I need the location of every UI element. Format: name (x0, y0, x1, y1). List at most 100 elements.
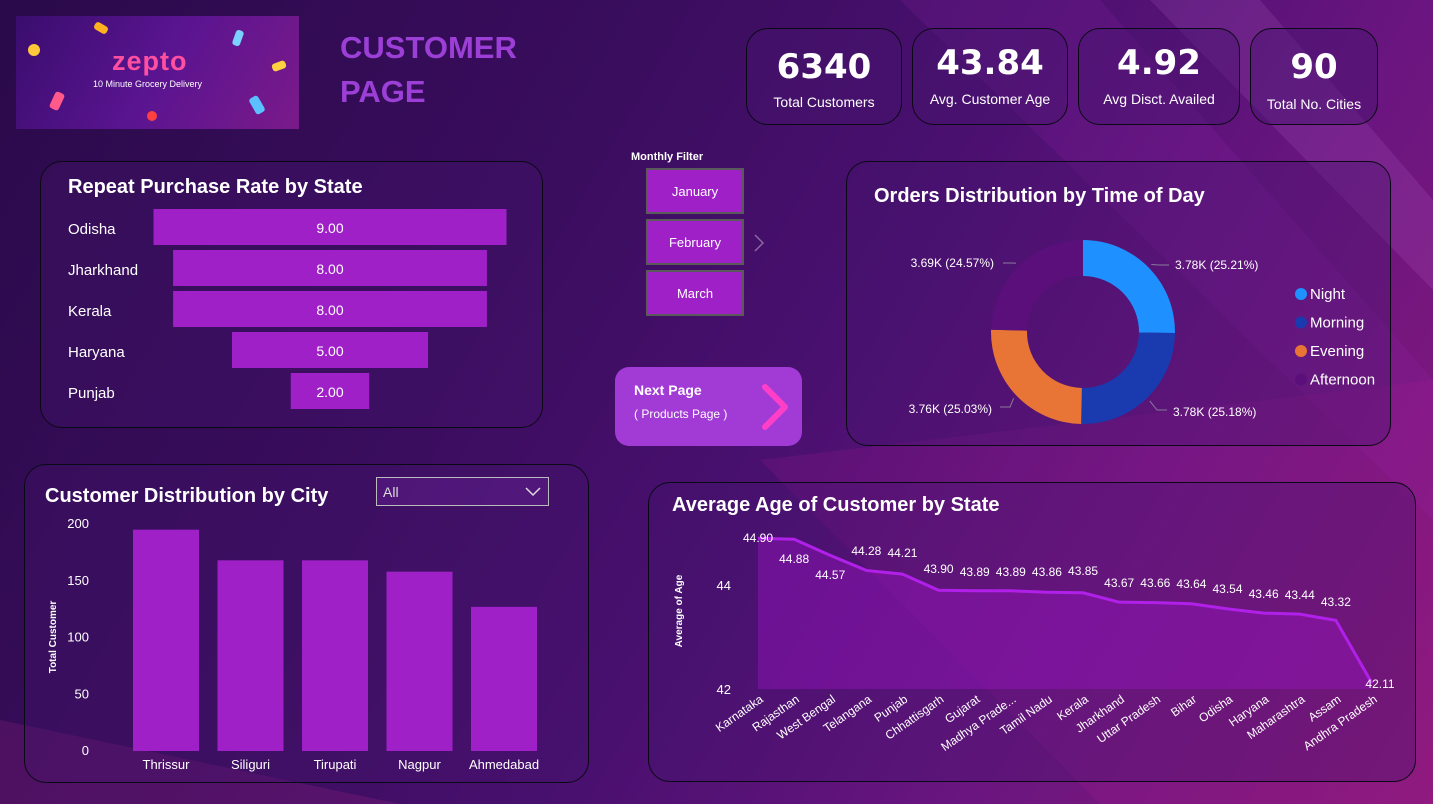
data-label: 43.67 (1104, 576, 1134, 590)
y-tick-label: 50 (75, 686, 89, 701)
data-label: 43.90 (924, 562, 954, 576)
kpi-value: 6340 (776, 47, 872, 87)
kpi-label: Avg Disct. Availed (1103, 91, 1215, 107)
avg-age-panel: Average Age of Customer by State 42 44 Ave… (648, 482, 1416, 782)
repeat-purchase-panel: Repeat Purchase Rate by State Odisha 9.00… (40, 161, 543, 428)
data-label: 43.32 (1321, 595, 1351, 609)
filter-february-button[interactable]: February (646, 219, 744, 265)
x-tick-label: Tirupati (314, 757, 357, 772)
bar-value-label: 8.00 (316, 302, 343, 318)
x-tick-label: Bihar (1168, 692, 1199, 720)
chevron-right-icon[interactable] (752, 232, 766, 254)
donut-leader-line (1000, 398, 1015, 408)
data-label: 43.64 (1176, 577, 1206, 591)
legend-marker (1295, 288, 1307, 300)
bar-value-label: 8.00 (316, 261, 343, 277)
bar (302, 560, 368, 751)
arrow-right-icon (762, 384, 788, 430)
bar (471, 606, 537, 751)
data-label: 44.88 (779, 552, 809, 566)
city-filter-dropdown[interactable]: All (376, 477, 549, 506)
x-tick-label: Thrissur (143, 757, 191, 772)
data-label: 44.90 (743, 531, 773, 545)
avg-age-area-chart: 42 44 Average of Age 44.90 44.88 44.57 44.28 44… (674, 531, 1395, 754)
data-label: 42.11 (1365, 677, 1394, 691)
legend-marker (1295, 345, 1307, 357)
filter-march-button[interactable]: March (646, 270, 744, 316)
y-axis-label: Total Customer (48, 601, 59, 674)
y-tick-label: 100 (67, 630, 89, 645)
y-axis-label: Average of Age (674, 574, 685, 647)
bar-category-label: Haryana (68, 344, 125, 361)
donut-leader-line (1149, 400, 1167, 411)
data-label: 43.89 (996, 565, 1026, 579)
kpi-label: Total No. Cities (1266, 96, 1362, 112)
bar-value-label: 2.00 (316, 384, 343, 400)
donut-slice (991, 329, 1082, 424)
legend-marker (1295, 316, 1307, 329)
data-label: 43.85 (1068, 564, 1098, 578)
kpi-total-cities: 90 Total No. Cities (1250, 28, 1378, 125)
data-label: 43.46 (1249, 587, 1279, 601)
bar-category-label: Kerala (68, 303, 112, 320)
data-label: 44.21 (887, 546, 917, 560)
chevron-down-icon (525, 487, 541, 497)
data-label: 44.57 (815, 568, 845, 582)
monthly-filter-label: Monthly Filter (631, 151, 704, 163)
repeat-purchase-chart: Odisha 9.00 Jharkhand 8.00 Kerala 8.00 Haryana… (68, 209, 507, 409)
kpi-avg-customer-age: 43.84 Avg. Customer Age (912, 28, 1068, 125)
donut-slice (991, 240, 1083, 331)
filter-january-button[interactable]: January (646, 168, 744, 214)
city-distribution-panel: Customer Distribution by City 0 50 100 150 2… (24, 464, 589, 783)
bar-value-label: 9.00 (316, 220, 343, 236)
legend-label: Morning (1310, 315, 1364, 332)
x-tick-label: Nagpur (398, 757, 441, 772)
data-label: 43.89 (960, 565, 990, 579)
donut-data-label: 3.69K (24.57%) (911, 256, 994, 270)
donut-data-label: 3.76K (25.03%) (909, 402, 992, 416)
y-tick-label: 42 (717, 682, 731, 697)
bar (217, 560, 284, 751)
bar-value-label: 5.00 (316, 343, 343, 359)
x-tick-label: Ahmedabad (469, 757, 539, 772)
y-tick-label: 0 (82, 743, 89, 758)
y-tick-label: 150 (67, 573, 89, 588)
kpi-total-customers: 6340 Total Customers (746, 28, 902, 125)
donut-data-label: 3.78K (25.18%) (1173, 405, 1256, 419)
next-page-title: Next Page (634, 382, 702, 398)
orders-time-panel: Orders Distribution by Time of Day 3.78K… (846, 161, 1391, 446)
bar-category-label: Odisha (68, 221, 116, 238)
legend-label: Afternoon (1310, 372, 1375, 389)
kpi-value: 90 (1290, 47, 1338, 87)
y-tick-label: 44 (717, 578, 731, 593)
bar (133, 529, 199, 751)
data-label: 43.86 (1032, 565, 1062, 579)
donut-data-label: 3.78K (25.21%) (1175, 258, 1258, 272)
kpi-label: Total Customers (773, 94, 875, 110)
next-page-subtitle: ( Products Page ) (634, 407, 728, 421)
bar-category-label: Jharkhand (68, 262, 138, 279)
kpi-avg-discount: 4.92 Avg Disct. Availed (1078, 28, 1240, 125)
legend-label: Evening (1310, 343, 1364, 360)
zepto-logo: zepto 10 Minute Grocery Delivery (16, 16, 299, 129)
x-tick-label: Siliguri (231, 757, 270, 772)
rocket-decorations-icon (28, 22, 287, 121)
page-title-line1: CUSTOMER (340, 30, 517, 65)
page-title: CUSTOMER PAGE (340, 26, 517, 114)
donut-slice (1083, 240, 1175, 334)
data-label: 43.54 (1213, 582, 1243, 596)
legend-label: Night (1310, 286, 1346, 303)
city-bar-chart: 0 50 100 150 200 Total Customer Thrissur Siligu… (48, 516, 539, 772)
bar (386, 571, 453, 751)
next-page-button[interactable]: Next Page ( Products Page ) (615, 367, 802, 446)
legend-marker (1295, 373, 1307, 386)
y-tick-label: 200 (67, 516, 89, 531)
city-filter-value: All (383, 484, 399, 500)
data-label: 43.66 (1140, 576, 1170, 590)
kpi-value: 43.84 (936, 43, 1044, 83)
bar-category-label: Punjab (68, 385, 115, 402)
kpi-value: 4.92 (1117, 43, 1201, 83)
page-title-line2: PAGE (340, 74, 426, 109)
orders-donut-chart: 3.78K (25.21%) 3.78K (25.18%) 3.76K (25.03… (909, 240, 1375, 424)
kpi-label: Avg. Customer Age (929, 91, 1051, 107)
